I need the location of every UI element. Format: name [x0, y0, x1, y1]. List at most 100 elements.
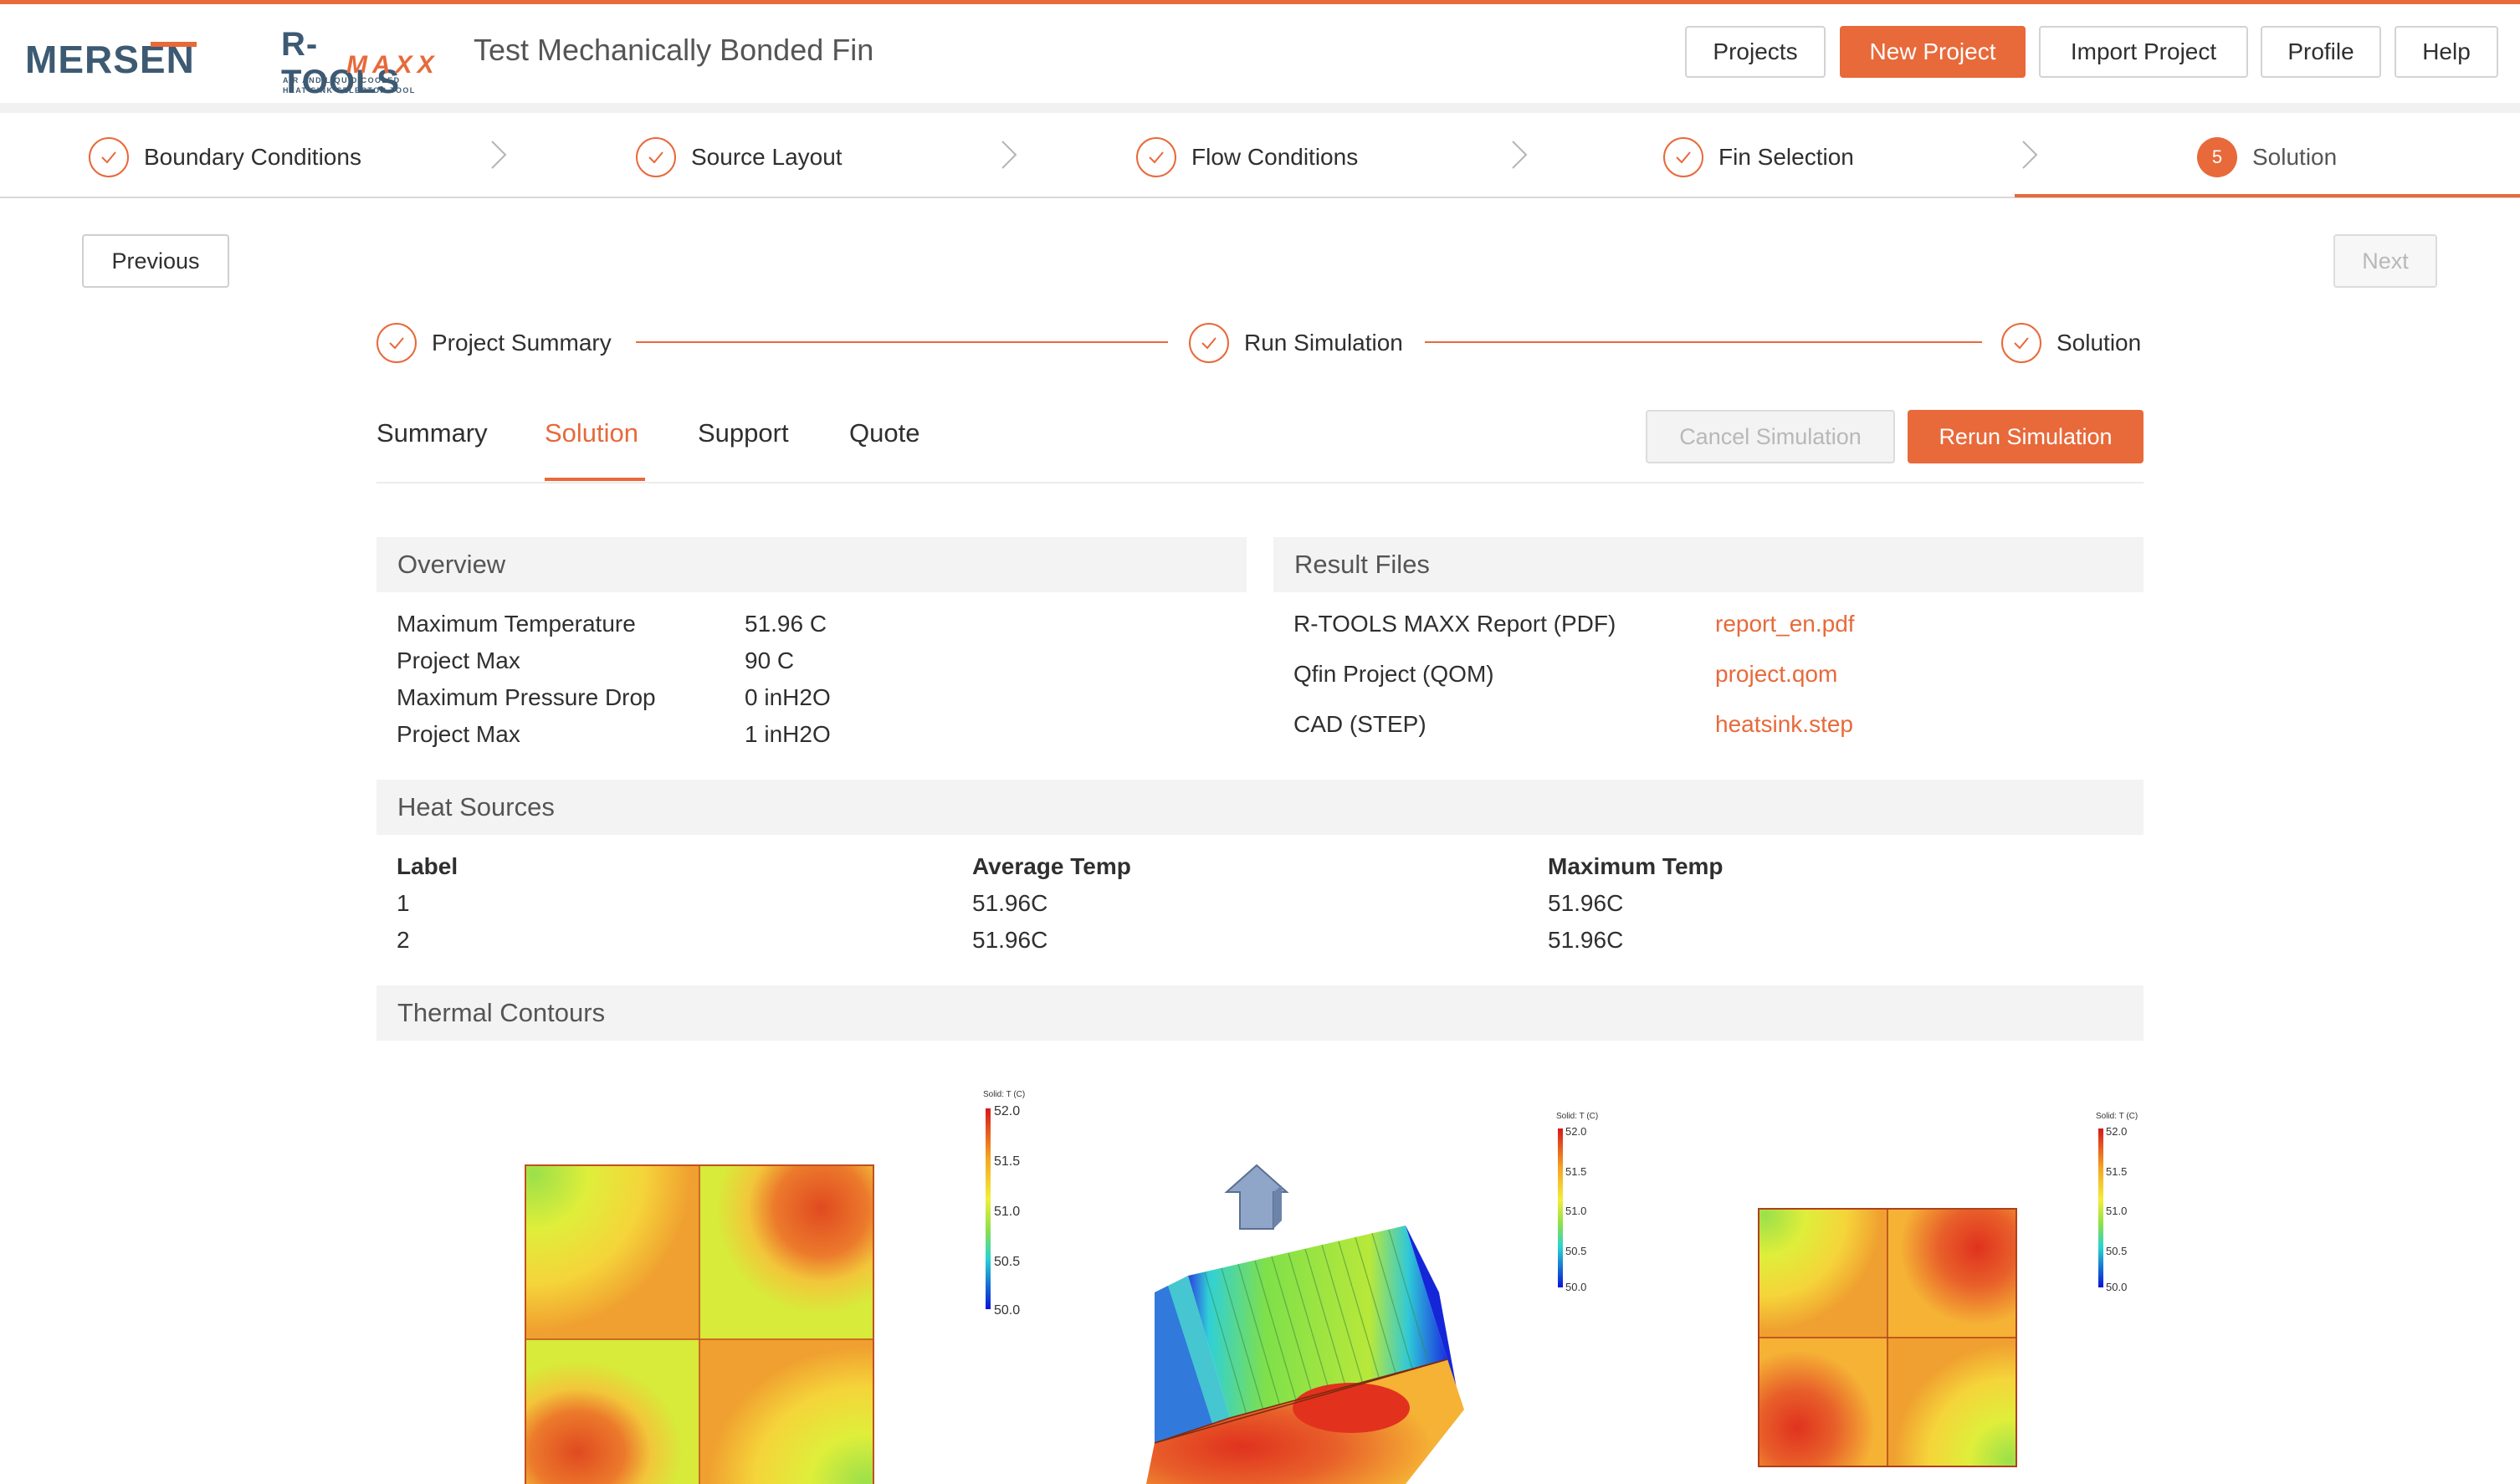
svg-text:51.5: 51.5 — [1565, 1165, 1586, 1178]
previous-button[interactable]: Previous — [82, 234, 229, 288]
heat-source-maximum-temp: 51.96C — [1548, 890, 1624, 916]
check-icon — [2001, 323, 2041, 363]
substep-label: Project Summary — [432, 330, 612, 356]
overview-value: 51.96 C — [745, 611, 827, 637]
maxx-logo-text: MAXX — [346, 51, 439, 79]
step-label: Flow Conditions — [1191, 144, 1359, 170]
svg-text:51.5: 51.5 — [2106, 1165, 2127, 1178]
substep-solution[interactable]: Solution — [2001, 322, 2141, 364]
column-header-average-temp: Average Temp — [972, 853, 1131, 879]
svg-text:50.5: 50.5 — [994, 1255, 1020, 1269]
tab-support[interactable]: Support — [698, 418, 789, 448]
substep-label: Run Simulation — [1244, 330, 1403, 356]
svg-text:50.0: 50.0 — [994, 1303, 1020, 1318]
svg-text:51.0: 51.0 — [994, 1205, 1020, 1219]
check-icon — [636, 137, 676, 177]
colorbar-3d-view: Solid: T (C) 52.0 51.5 51.0 50.5 50.0 — [1556, 1112, 1598, 1293]
overview-value: 90 C — [745, 647, 795, 673]
substep-connector — [636, 341, 1168, 343]
project-title: Test Mechanically Bonded Fin — [474, 33, 874, 67]
svg-text:Solid: T (C): Solid: T (C) — [1556, 1112, 1598, 1121]
profile-button[interactable]: Profile — [2261, 26, 2381, 78]
thermal-contour-images: Solid: T (C) 52.0 51.5 51.0 50.5 50.0 So… — [525, 1090, 2138, 1484]
overview-label: Project Max — [397, 647, 520, 673]
rerun-simulation-button[interactable]: Rerun Simulation — [1908, 410, 2144, 463]
chevron-right-icon — [1512, 141, 1528, 169]
app-header: MERSEN R-TOOLS MAXX AIR AND LIQUID COOLE… — [0, 4, 2520, 103]
projects-button[interactable]: Projects — [1685, 26, 1826, 78]
overview-label: Maximum Pressure Drop — [397, 684, 656, 710]
svg-text:Solid: T (C): Solid: T (C) — [983, 1090, 1025, 1099]
active-step-underline — [2015, 194, 2520, 197]
cancel-simulation-button[interactable]: Cancel Simulation — [1646, 410, 1895, 463]
step-label: Fin Selection — [1718, 144, 1854, 170]
logo-tagline-2: HEAT SINK SELECTOR TOOL — [283, 86, 416, 95]
project-qom-link[interactable]: project.qom — [1715, 661, 1837, 688]
next-button[interactable]: Next — [2333, 234, 2437, 288]
new-project-button[interactable]: New Project — [1840, 26, 2026, 78]
svg-text:50.5: 50.5 — [1565, 1245, 1586, 1257]
step-flow-conditions[interactable]: Flow Conditions — [1136, 136, 1358, 178]
step-number-badge: 5 — [2197, 137, 2237, 177]
heat-source-maximum-temp: 51.96C — [1548, 927, 1624, 953]
logo-tagline-1: AIR AND LIQUID COOLED — [283, 76, 401, 84]
column-header-maximum-temp: Maximum Temp — [1548, 853, 1724, 879]
svg-text:50.0: 50.0 — [2106, 1281, 2127, 1293]
svg-text:52.0: 52.0 — [2106, 1125, 2127, 1138]
check-icon — [1663, 137, 1703, 177]
tab-solution[interactable]: Solution — [545, 418, 638, 448]
overview-header: Overview — [376, 537, 1247, 592]
step-solution[interactable]: 5 Solution — [2197, 136, 2337, 178]
tab-quote[interactable]: Quote — [849, 418, 919, 448]
check-icon — [89, 137, 129, 177]
airflow-arrow-icon — [1224, 1164, 1289, 1230]
check-icon — [1136, 137, 1176, 177]
svg-text:50.5: 50.5 — [2106, 1245, 2127, 1257]
report-pdf-link[interactable]: report_en.pdf — [1715, 611, 1855, 637]
svg-text:52.0: 52.0 — [1565, 1125, 1586, 1138]
thermal-contour-3d-view — [1146, 1164, 1464, 1484]
help-button[interactable]: Help — [2395, 26, 2498, 78]
step-label: Source Layout — [691, 144, 843, 170]
overview-label: Project Max — [397, 721, 520, 747]
substep-label: Solution — [2056, 330, 2142, 356]
chevron-right-icon — [2022, 141, 2038, 169]
overview-value: 1 inH2O — [745, 721, 831, 747]
thermal-contour-top-view-2 — [1758, 1208, 2017, 1467]
svg-text:Solid: T (C): Solid: T (C) — [2096, 1112, 2138, 1121]
thermal-contours-area: Solid: T (C) 52.0 51.5 51.0 50.5 50.0 So… — [376, 1041, 2144, 1484]
step-label: Solution — [2252, 144, 2338, 170]
svg-text:52.0: 52.0 — [994, 1104, 1020, 1118]
result-file-label: CAD (STEP) — [1293, 711, 1426, 737]
tabs-divider — [376, 482, 2144, 484]
result-file-label: R-TOOLS MAXX Report (PDF) — [1293, 611, 1616, 637]
result-files-header: Result Files — [1273, 537, 2144, 592]
heat-source-label: 2 — [397, 927, 410, 953]
wizard-steps: Boundary Conditions Source Layout Flow C… — [0, 113, 2520, 198]
active-tab-underline — [545, 478, 645, 481]
heat-sources-header: Heat Sources — [376, 780, 2144, 835]
thermal-contour-top-view-1: Solid: T (C) 52.0 51.5 51.0 50.5 50.0 — [525, 1090, 1025, 1484]
step-source-layout[interactable]: Source Layout — [636, 136, 843, 178]
colorbar-top-view-2: Solid: T (C) 52.0 51.5 51.0 50.5 50.0 — [2096, 1112, 2138, 1293]
step-boundary-conditions[interactable]: Boundary Conditions — [89, 136, 361, 178]
svg-text:51.5: 51.5 — [994, 1154, 1020, 1169]
thermal-contours-header: Thermal Contours — [376, 985, 2144, 1041]
heat-source-label: 1 — [397, 890, 410, 916]
heat-source-average-temp: 51.96C — [972, 890, 1048, 916]
step-label: Boundary Conditions — [144, 144, 361, 170]
result-file-label: Qfin Project (QOM) — [1293, 661, 1494, 687]
heat-source-average-temp: 51.96C — [972, 927, 1048, 953]
tab-summary[interactable]: Summary — [376, 418, 488, 448]
substep-run-simulation[interactable]: Run Simulation — [1189, 322, 1403, 364]
rtools-maxx-logo[interactable]: R-TOOLS MAXX AIR AND LIQUID COOLED HEAT … — [281, 26, 434, 100]
mersen-logo[interactable]: MERSEN — [25, 29, 234, 88]
check-icon — [1189, 323, 1229, 363]
heatsink-step-link[interactable]: heatsink.step — [1715, 711, 1853, 738]
substep-project-summary[interactable]: Project Summary — [376, 322, 612, 364]
svg-text:51.0: 51.0 — [1565, 1205, 1586, 1217]
overview-label: Maximum Temperature — [397, 611, 636, 637]
step-fin-selection[interactable]: Fin Selection — [1663, 136, 1854, 178]
import-project-button[interactable]: Import Project — [2039, 26, 2248, 78]
substep-connector — [1425, 341, 1982, 343]
